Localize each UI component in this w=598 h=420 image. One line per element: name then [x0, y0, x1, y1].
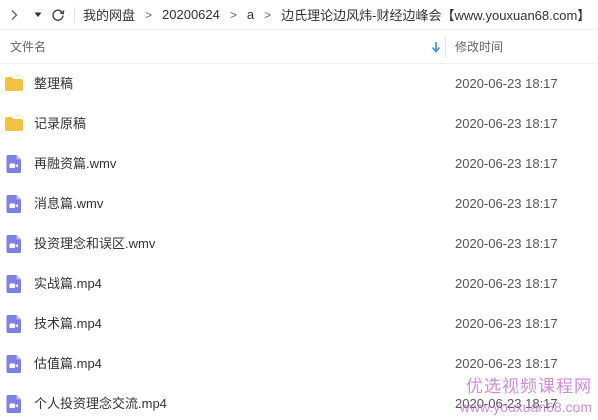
video-file-icon — [4, 394, 24, 414]
file-row[interactable]: 整理稿 2020-06-23 18:17 — [0, 64, 598, 104]
file-name[interactable]: 估值篇.mp4 — [34, 344, 102, 384]
file-name[interactable]: 投资理念和误区.wmv — [34, 224, 155, 264]
file-modified-time: 2020-06-23 18:17 — [455, 356, 558, 371]
file-row[interactable]: 记录原稿 2020-06-23 18:17 — [0, 104, 598, 144]
file-row[interactable]: 消息篇.wmv 2020-06-23 18:17 — [0, 184, 598, 224]
file-row[interactable]: 估值篇.mp4 2020-06-23 18:17 — [0, 344, 598, 384]
folder-icon — [4, 114, 24, 134]
breadcrumb: 我的网盘 > 20200624 > a > 边氏理论边风炜-财经边峰会【www.… — [83, 5, 590, 24]
breadcrumb-item-root[interactable]: 我的网盘 — [83, 5, 135, 24]
folder-icon — [4, 74, 24, 94]
file-name[interactable]: 整理稿 — [34, 64, 73, 104]
file-row[interactable]: 个人投资理念交流.mp4 2020-06-23 18:17 — [0, 384, 598, 420]
refresh-icon — [52, 9, 65, 21]
column-header-name[interactable]: 文件名 — [10, 30, 46, 64]
breadcrumb-item-current[interactable]: 边氏理论边风炜-财经边峰会【www.youxuan68.com】 — [281, 5, 590, 24]
file-modified-time: 2020-06-23 18:17 — [455, 236, 558, 251]
toolbar: 我的网盘 > 20200624 > a > 边氏理论边风炜-财经边峰会【www.… — [0, 0, 598, 30]
video-file-icon — [4, 274, 24, 294]
toolbar-divider — [74, 6, 75, 23]
file-row[interactable]: 投资理念和误区.wmv 2020-06-23 18:17 — [0, 224, 598, 264]
sort-down-icon[interactable] — [431, 41, 441, 56]
breadcrumb-separator: > — [229, 7, 237, 22]
file-name[interactable]: 技术篇.mp4 — [34, 304, 102, 344]
column-divider[interactable] — [445, 36, 446, 58]
video-file-icon — [4, 314, 24, 334]
file-name[interactable]: 消息篇.wmv — [34, 184, 103, 224]
file-name[interactable]: 实战篇.mp4 — [34, 264, 102, 304]
breadcrumb-item-a[interactable]: a — [247, 7, 254, 22]
file-modified-time: 2020-06-23 18:17 — [455, 276, 558, 291]
file-list: 整理稿 2020-06-23 18:17 记录原稿 2020-06-23 18:17 再… — [0, 64, 598, 420]
video-file-icon — [4, 154, 24, 174]
file-modified-time: 2020-06-23 18:17 — [455, 116, 558, 131]
refresh-button[interactable] — [48, 0, 68, 30]
file-name[interactable]: 再融资篇.wmv — [34, 144, 116, 184]
column-header-modified[interactable]: 修改时间 — [455, 30, 503, 64]
file-modified-time: 2020-06-23 18:17 — [455, 396, 558, 411]
file-name[interactable]: 个人投资理念交流.mp4 — [34, 384, 167, 420]
video-file-icon — [4, 354, 24, 374]
forward-button[interactable] — [0, 0, 28, 30]
file-row[interactable]: 再融资篇.wmv 2020-06-23 18:17 — [0, 144, 598, 184]
history-dropdown-button[interactable] — [28, 0, 48, 30]
breadcrumb-separator: > — [264, 7, 272, 22]
file-list-header: 文件名 修改时间 — [0, 30, 598, 64]
file-row[interactable]: 技术篇.mp4 2020-06-23 18:17 — [0, 304, 598, 344]
breadcrumb-item-date[interactable]: 20200624 — [162, 7, 220, 22]
breadcrumb-separator: > — [145, 7, 153, 22]
file-name[interactable]: 记录原稿 — [34, 104, 86, 144]
video-file-icon — [4, 234, 24, 254]
file-modified-time: 2020-06-23 18:17 — [455, 196, 558, 211]
caret-down-icon — [34, 12, 42, 17]
video-file-icon — [4, 194, 24, 214]
file-modified-time: 2020-06-23 18:17 — [455, 156, 558, 171]
file-modified-time: 2020-06-23 18:17 — [455, 316, 558, 331]
chevron-right-icon — [11, 9, 18, 20]
file-modified-time: 2020-06-23 18:17 — [455, 76, 558, 91]
file-row[interactable]: 实战篇.mp4 2020-06-23 18:17 — [0, 264, 598, 304]
